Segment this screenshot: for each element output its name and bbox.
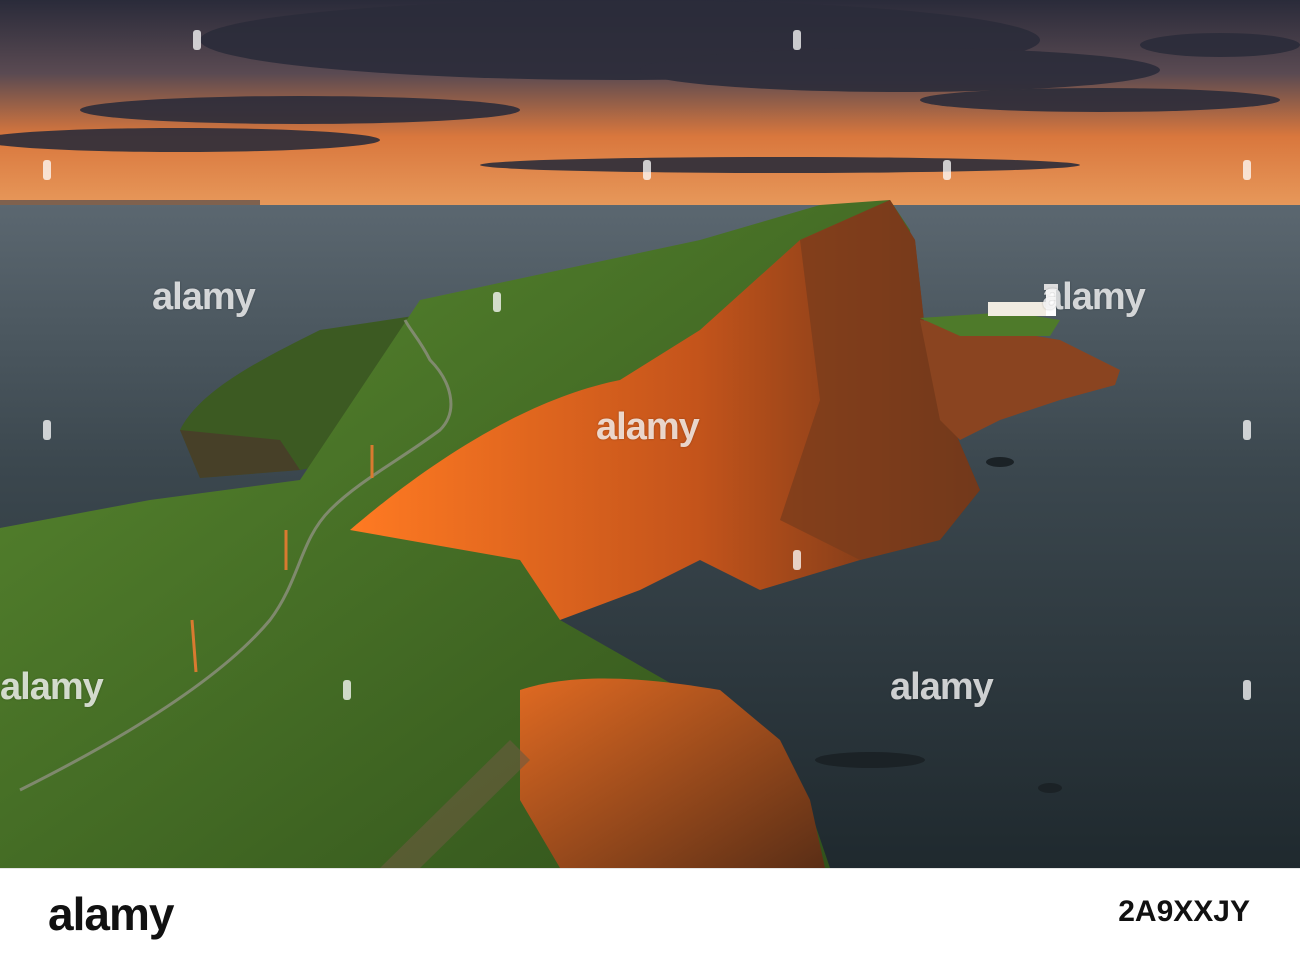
image-id: 2A9XXJY	[1118, 895, 1250, 928]
photo: alamy alamy alamy alamy alamy	[0, 0, 1300, 868]
alamy-logo[interactable]: alamy	[48, 887, 174, 941]
landscape-illustration	[0, 0, 1300, 868]
footer-bar: alamy 2A9XXJY	[0, 868, 1300, 957]
